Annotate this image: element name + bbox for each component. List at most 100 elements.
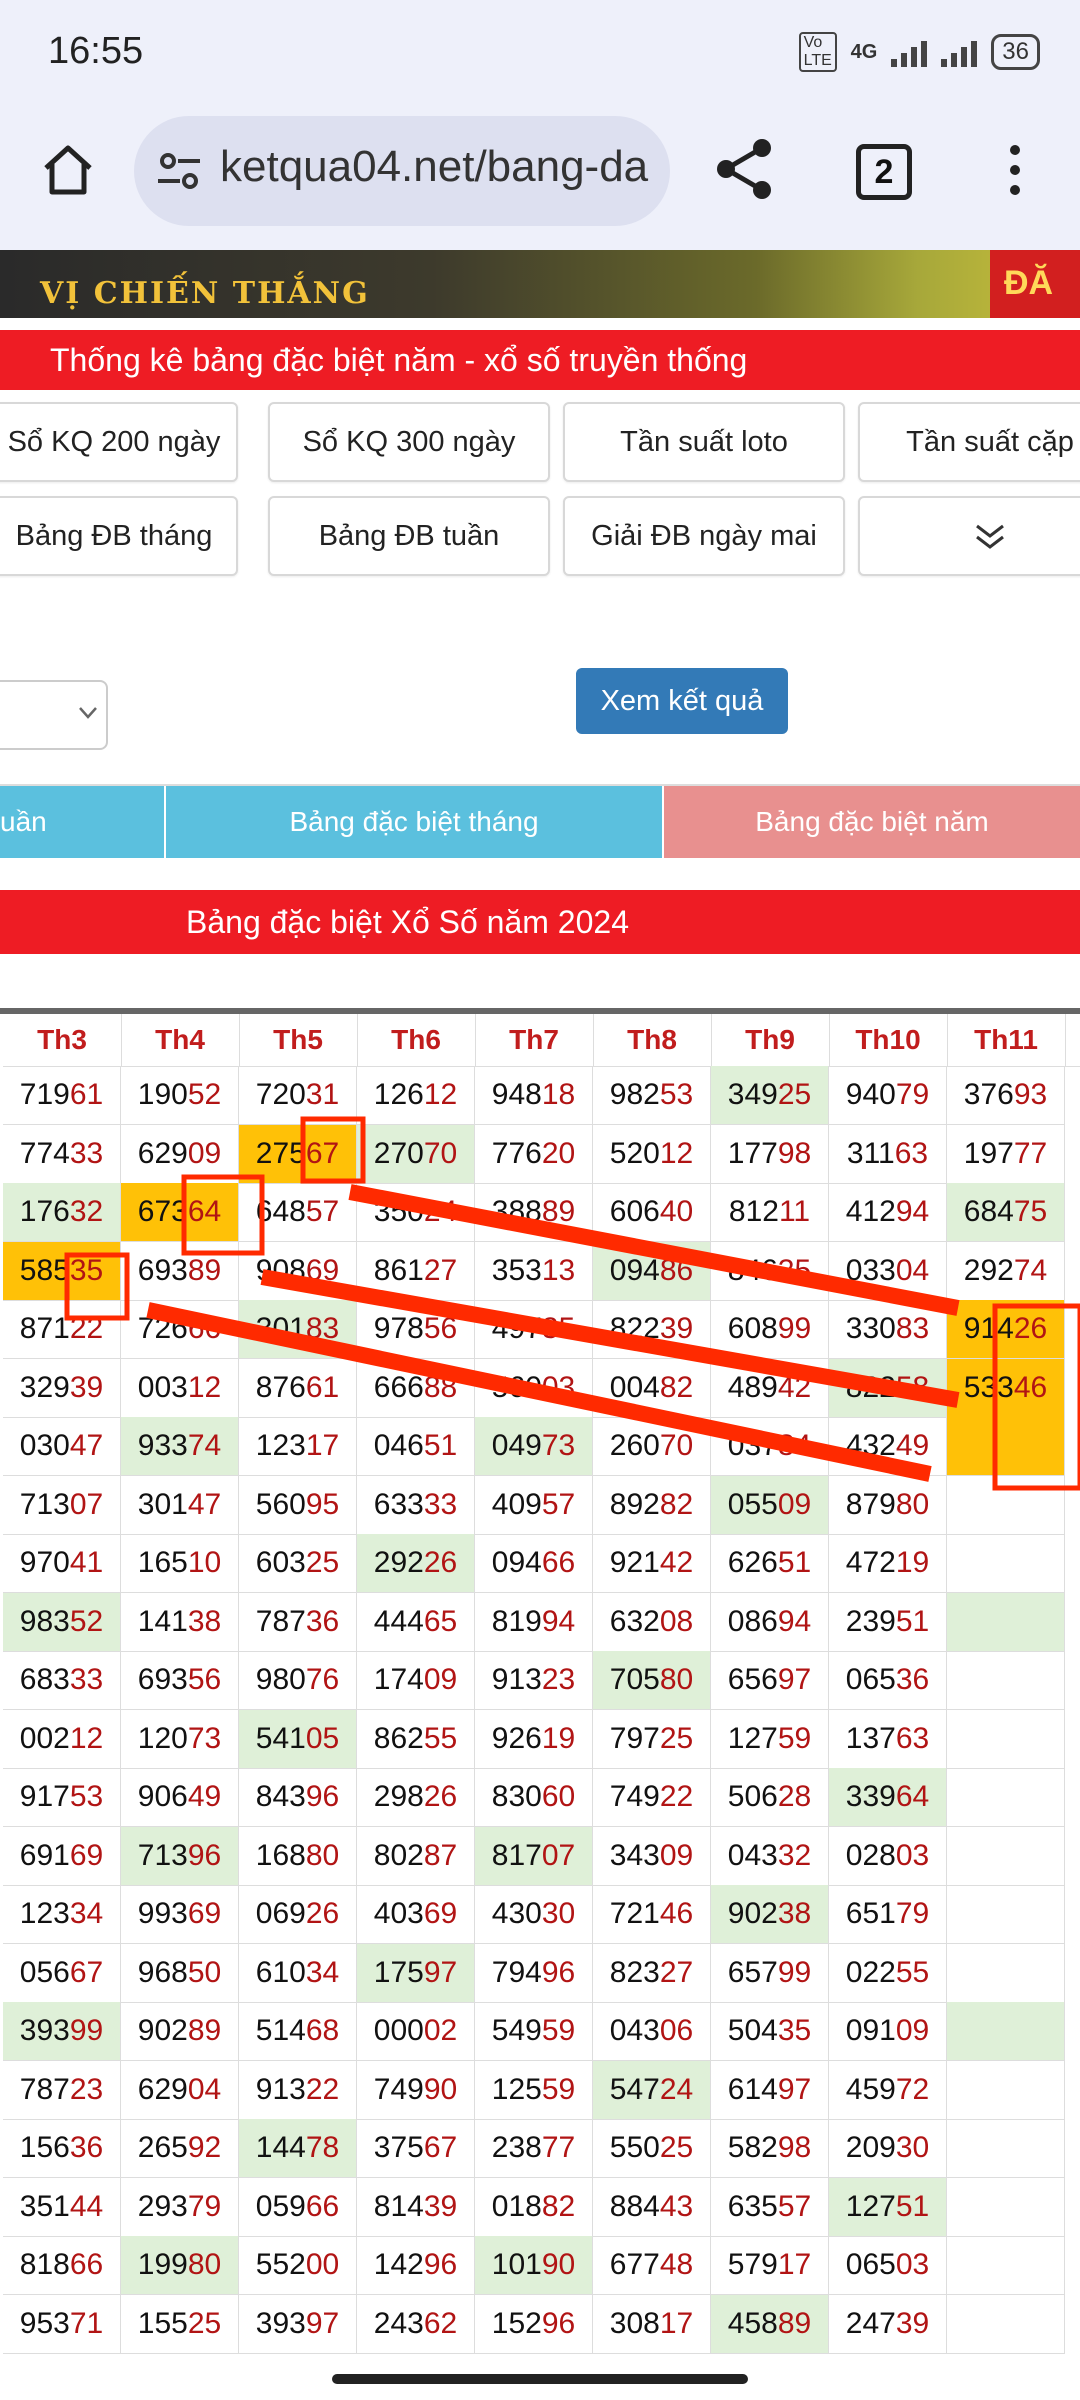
cell-prefix: 861 [373,1253,424,1287]
table-cell: 34309 [593,1826,711,1886]
table-cell [947,2060,1065,2120]
cell-last-two-digits: 12 [69,1721,104,1755]
cell-last-two-digits: 90 [423,2072,458,2106]
column-header: Th10 [829,1014,948,1067]
cell-last-two-digits: 42 [659,1546,694,1579]
tab-bang-dac-biet-tuan[interactable]: uần [0,786,164,858]
cell-prefix: 037 [727,1429,778,1462]
table-cell: 65179 [829,1885,947,1944]
tab-label: uần [0,806,47,837]
cell-prefix: 086 [727,1604,778,1638]
expand-nav-button[interactable] [858,496,1080,576]
table-cell: 20930 [829,2119,947,2178]
cell-prefix: 247 [845,2306,896,2340]
cell-last-two-digits: 76 [305,1663,340,1696]
cell-last-two-digits: 52 [187,1078,222,1111]
banner-cta[interactable]: ĐĂ [990,250,1080,318]
nav-button-giai-db-ngay-mai[interactable]: Giải ĐB ngày mai [563,496,845,576]
table-cell: 39399 [3,2002,121,2061]
cell-prefix: 430 [491,1897,542,1930]
tab-bang-dac-biet-thang[interactable]: Bảng đặc biệt tháng [166,786,662,858]
table-cell: 87661 [239,1358,357,1418]
tab-switcher-button[interactable]: 2 [856,144,912,200]
table-cell: 60899 [711,1300,829,1359]
table-cell: 72146 [593,1885,711,1944]
cell-prefix: 497 [491,1312,542,1345]
url-bar[interactable]: ketqua04.net/bang-da [134,116,670,226]
cell-prefix: 393 [255,2306,306,2340]
nav-button-bang-db-tuan[interactable]: Bảng ĐB tuần [268,496,550,576]
home-icon[interactable] [38,140,98,200]
table-cell: 56095 [239,1475,357,1535]
cell-last-two-digits: 89 [541,1195,576,1228]
table-cell: 61034 [239,1943,357,2003]
cell-last-two-digits: 63 [895,1721,930,1755]
cell-prefix: 350 [373,1195,424,1228]
table-cell: 05509 [711,1475,829,1535]
cell-last-two-digits: 69 [69,1838,104,1872]
cell-last-two-digits: 17 [777,2248,812,2281]
cell-prefix: 243 [373,2306,424,2340]
cell-prefix: 629 [137,2072,188,2106]
cell-last-two-digits: 89 [187,2014,222,2047]
cell-prefix: 846 [727,1253,778,1287]
cell-last-two-digits: 33 [423,1487,458,1521]
cell-last-two-digits: 59 [541,2072,576,2106]
share-icon[interactable] [712,136,778,202]
cell-last-two-digits: 26 [305,1897,340,1930]
site-settings-icon[interactable] [154,146,204,196]
nav-button-so-kq-300[interactable]: Sổ KQ 300 ngày [268,402,550,482]
nav-button-so-kq-200[interactable]: Sổ KQ 200 ngày [0,402,238,482]
more-menu-icon[interactable] [1000,140,1030,200]
cell-last-two-digits: 61 [69,1078,104,1111]
cell-last-two-digits: 09 [423,1663,458,1696]
cell-last-two-digits: 57 [541,1487,576,1521]
cell-prefix: 632 [609,1604,660,1638]
cell-prefix: 533 [963,1370,1014,1404]
cell-prefix: 953 [19,2306,70,2340]
table-cell: 65697 [711,1651,829,1710]
cell-last-two-digits: 79 [895,1897,930,1930]
cell-prefix: 141 [137,1604,188,1638]
nav-button-tan-suat-loto[interactable]: Tần suất loto [563,402,845,482]
table-cell: 33964 [829,1768,947,1827]
cell-prefix: 705 [609,1663,660,1696]
table-cell: 91322 [239,2060,357,2120]
table-cell: 24362 [357,2294,475,2354]
gesture-home-bar[interactable] [332,2374,748,2384]
cell-last-two-digits: 36 [305,1604,340,1638]
view-results-button[interactable]: Xem kết quả [576,668,788,734]
tab-bang-dac-biet-nam[interactable]: Bảng đặc biệt năm [664,786,1080,858]
cell-last-two-digits: 25 [777,1078,812,1111]
ad-banner[interactable]: VỊ CHIẾN THẮNG ĐĂ [0,250,1080,318]
table-cell: 96850 [121,1943,239,2003]
cell-last-two-digits: 22 [69,1312,104,1345]
cell-prefix: 684 [963,1195,1014,1228]
table-cell: 16880 [239,1826,357,1886]
table-cell: 03047 [3,1417,121,1476]
cell-last-two-digits: 28 [777,1780,812,1813]
table-cell: 91323 [475,1651,593,1710]
column-header: Th9 [711,1014,830,1067]
cell-prefix: 626 [727,1546,778,1579]
cell-last-two-digits: 33 [69,1663,104,1696]
cell-last-two-digits: 66 [305,2189,340,2223]
cell-last-two-digits: 67 [305,1136,340,1170]
table-cell: 68475 [947,1183,1065,1242]
table-cell: 49735 [475,1300,593,1359]
table-cell: 87122 [3,1300,121,1359]
table-cell: 97041 [3,1534,121,1593]
cell-prefix: 388 [491,1195,542,1228]
nav-button-tan-suat-cap[interactable]: Tần suất cặp [858,402,1080,482]
table-cell: 86127 [357,1241,475,1301]
cell-last-two-digits: 39 [423,2189,458,2223]
cell-last-two-digits: 55 [423,1721,458,1755]
table-cell: 82239 [593,1300,711,1359]
cell-last-two-digits: 67 [423,2131,458,2164]
cell-prefix: 579 [727,2248,778,2281]
year-select[interactable] [0,680,108,750]
nav-button-bang-db-thang[interactable]: Bảng ĐB tháng [0,496,238,576]
table-cell: 92619 [475,1709,593,1769]
table-cell: 19052 [121,1066,239,1125]
cell-prefix: 673 [137,1195,188,1228]
